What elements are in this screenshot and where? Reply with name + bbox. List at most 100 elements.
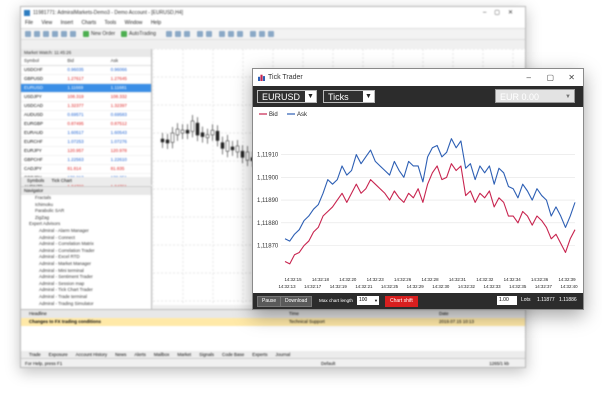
new-order-button[interactable]: New Order [91,31,115,37]
col-headline[interactable]: Headline [29,310,289,318]
indicators-icon[interactable] [250,31,256,37]
market-watch-icon[interactable] [43,31,49,37]
chart-mode-select[interactable]: Ticks ▼ [323,90,375,103]
window-controls[interactable]: –▢✕ [483,7,521,19]
tick-chart[interactable]: Bid Ask 1,11870 1,11880 1,11890 1,11900 1,1191… [253,107,583,293]
profiles-icon[interactable] [34,31,40,37]
download-button[interactable]: Download [280,296,313,307]
chart-shift-icon[interactable] [237,31,243,37]
x-tick-label: 14:32:15 [284,277,302,282]
terminal-tab[interactable]: Code Base [222,352,244,357]
tab-symbols[interactable]: Symbols [27,178,44,183]
x-tick-label: 14:32:25 [381,284,399,289]
market-watch-row[interactable]: CADJPY 81.814 81.835 [21,165,151,174]
menu-view[interactable]: View [41,20,52,26]
new-chart-icon[interactable] [25,31,31,37]
close-icon[interactable]: ✕ [568,69,575,86]
zoom-out-icon[interactable] [206,31,212,37]
periods-icon[interactable] [259,31,265,37]
terminal-tab[interactable]: News [115,352,126,357]
navigator-item[interactable]: Ichimoku [21,202,151,209]
terminal-tab[interactable]: Trade [29,352,41,357]
chart-shift-button[interactable]: Chart shift [385,296,418,307]
autoscroll-icon[interactable] [228,31,234,37]
market-watch-row[interactable]: USDJPY 108.319 108.332 [21,93,151,102]
menu-help[interactable]: Help [151,20,161,26]
col-bid[interactable]: Bid [64,57,107,65]
auto-trading-button[interactable]: AutoTrading [129,31,156,37]
cell-ask: 1.11681 [110,85,127,90]
col-ask[interactable]: Ask [108,57,151,65]
bar-chart-icon[interactable] [166,31,172,37]
navigator-item[interactable]: Expert Advisors [21,221,151,228]
mt4-title-bar: 11981771: AdmiralMarkets-Demo3 - Demo Ac… [21,7,525,19]
navigator-item[interactable]: Admiral - Correlation Matrix [21,241,151,248]
col-date[interactable]: Date [439,310,449,318]
auto-trading-icon[interactable] [121,31,127,37]
menu-charts[interactable]: Charts [82,20,97,26]
zoom-in-icon[interactable] [197,31,203,37]
market-watch-row[interactable]: EURJPY 120.957 120.978 [21,147,151,156]
col-symbol[interactable]: Symbol [21,57,64,65]
navigator-item[interactable]: Admiral - Correlation Trader [21,248,151,255]
market-watch-row[interactable]: EURGBP 0.87495 0.87512 [21,120,151,129]
terminal-tab[interactable]: Signals [199,352,214,357]
navigator-item[interactable]: Parabolic SAR [21,208,151,215]
col-time[interactable]: Time [289,310,439,318]
market-watch-row[interactable]: EURCHF 1.07253 1.07276 [21,138,151,147]
terminal-tab[interactable]: Mailbox [154,352,170,357]
market-watch-row[interactable]: USDCAD 1.32377 1.32397 [21,102,151,111]
navigator-item[interactable]: Admiral - Trading Simulator [21,301,151,308]
market-watch-row[interactable]: EURUSD 1.11669 1.11681 [21,84,151,93]
navigator-item[interactable]: Admiral - Market Manager [21,261,151,268]
market-watch-row[interactable]: USDCHF 0.96035 0.96066 [21,66,151,75]
account-select[interactable]: EUR 0.00 ▼ [495,89,575,103]
navigator-item[interactable]: Admiral - Trade terminal [21,294,151,301]
terminal-tab[interactable]: Alerts [134,352,146,357]
templates-icon[interactable] [268,31,274,37]
menu-window[interactable]: Window [125,20,143,26]
menu-tools[interactable]: Tools [105,20,117,26]
terminal-tab[interactable]: Exposure [49,352,68,357]
market-watch-row[interactable]: GBPUSD 1.27617 1.27645 [21,75,151,84]
minimize-icon[interactable]: – [527,69,531,86]
cell-bid: 81.814 [67,166,82,171]
new-order-icon[interactable] [83,31,89,37]
lots-input[interactable]: 1.00 [497,296,517,305]
tab-tick-chart[interactable]: Tick Chart [52,178,72,183]
candle-chart-icon[interactable] [175,31,181,37]
navigator-item[interactable]: Admiral - Connect [21,235,151,242]
menu-file[interactable]: File [25,20,33,26]
navigator-item[interactable]: Admiral - Excel RTD [21,254,151,261]
navigator-item[interactable]: Admiral - Session map [21,281,151,288]
symbol-select[interactable]: EURUSD ▼ [257,90,317,103]
navigator-item[interactable]: ZigZag [21,215,151,222]
candle-body [215,130,220,141]
pause-button[interactable]: Pause [257,296,282,307]
menu-insert[interactable]: Insert [61,20,74,26]
navigator-header: Navigator [21,187,151,195]
terminal-tab[interactable]: Journal [275,352,290,357]
navigator-item[interactable]: Admiral - Alarm Manager [21,228,151,235]
market-watch-row[interactable]: GBPCHF 1.22563 1.22610 [21,156,151,165]
navigator-icon[interactable] [52,31,58,37]
terminal-icon[interactable] [61,31,67,37]
navigator-item[interactable]: Admiral - Mini terminal [21,268,151,275]
terminal-tab[interactable]: Account History [76,352,108,357]
terminal-tab[interactable]: Experts [252,352,267,357]
line-chart-icon[interactable] [184,31,190,37]
navigator-item[interactable]: Admiral - Sentiment Trader [21,274,151,281]
tester-icon[interactable] [70,31,76,37]
news-row[interactable]: Changes to FX trading conditions Technic… [21,318,525,326]
navigator-item[interactable]: Admiral - Tick Chart Trader [21,287,151,294]
max-chart-length-select[interactable]: 100 ▼ [357,296,379,305]
max-chart-length-label: Max chart length [319,298,353,303]
terminal-tab[interactable]: Market [177,352,191,357]
tile-icon[interactable] [219,31,225,37]
maximize-icon[interactable]: ▢ [546,69,554,86]
navigator-item[interactable]: Fractals [21,195,151,202]
market-watch-row[interactable]: AUDUSD 0.69571 0.69583 [21,111,151,120]
cell-ask: 1.22610 [110,157,127,162]
candle-body [190,120,195,132]
market-watch-row[interactable]: EURAUD 1.60517 1.60543 [21,129,151,138]
